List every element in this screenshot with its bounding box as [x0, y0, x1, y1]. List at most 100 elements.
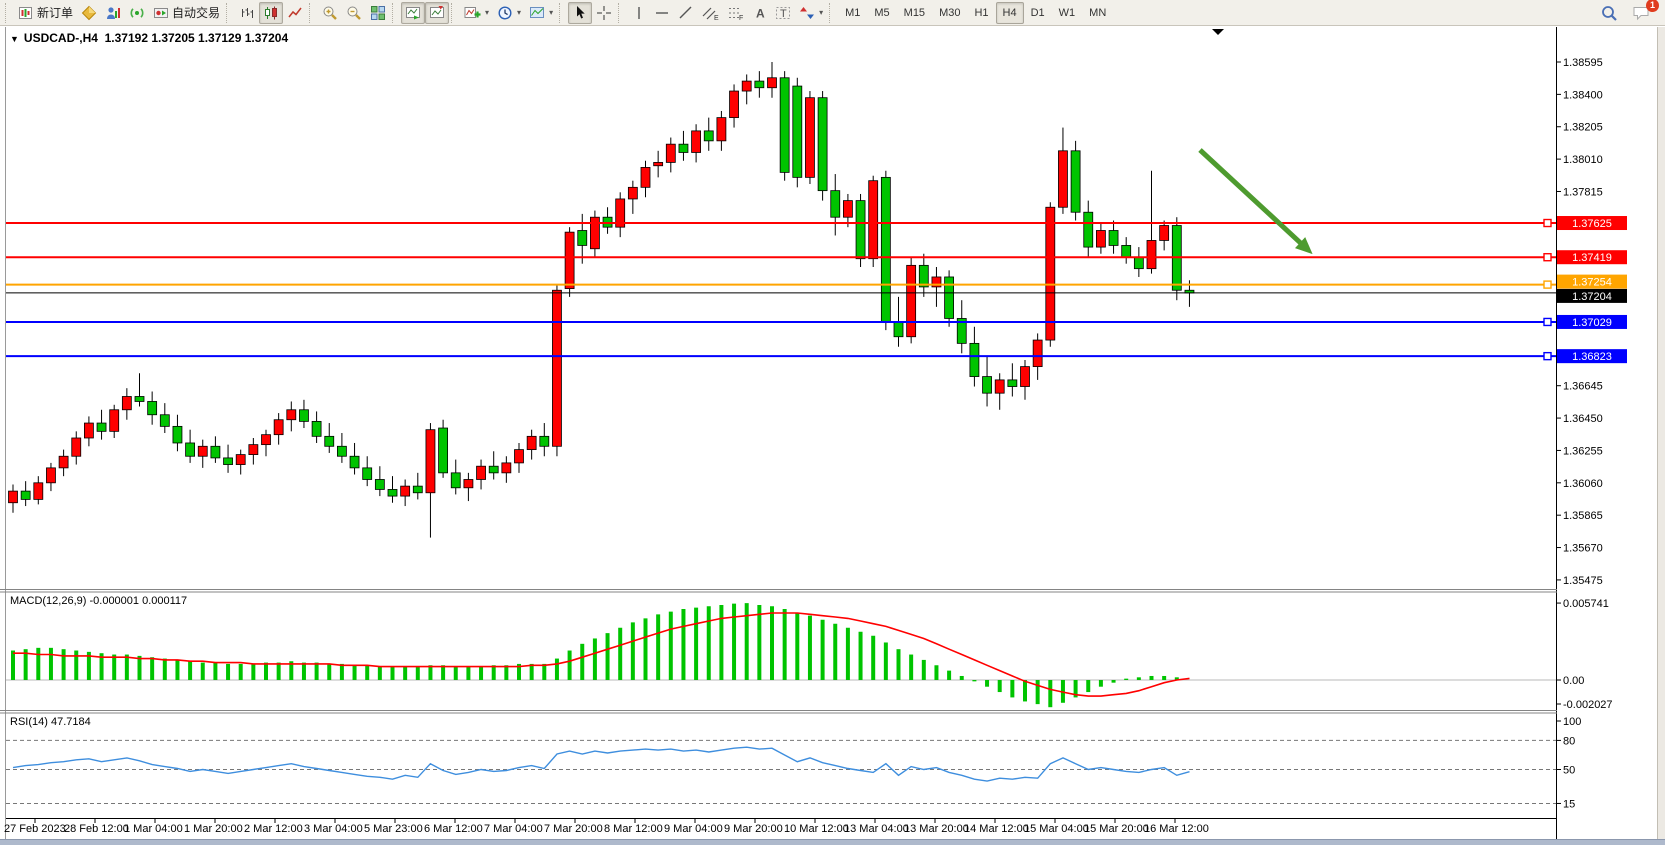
- candle: [274, 420, 283, 435]
- candle: [97, 423, 106, 431]
- svg-text:-0.002027: -0.002027: [1563, 699, 1613, 711]
- price-chart: 1.385951.384001.382051.380101.378151.366…: [0, 0, 1665, 845]
- line-handle[interactable]: [1544, 353, 1551, 360]
- candle: [363, 468, 372, 480]
- svg-text:6 Mar 12:00: 6 Mar 12:00: [424, 823, 483, 835]
- svg-text:1.37815: 1.37815: [1563, 186, 1603, 198]
- svg-text:1.35670: 1.35670: [1563, 543, 1603, 555]
- candle: [299, 410, 308, 422]
- svg-text:9 Mar 04:00: 9 Mar 04:00: [664, 823, 723, 835]
- candle: [1058, 151, 1067, 207]
- svg-text:1.38595: 1.38595: [1563, 57, 1603, 69]
- candle: [502, 463, 511, 473]
- candle: [173, 426, 182, 443]
- svg-text:80: 80: [1563, 735, 1575, 747]
- candle: [628, 187, 637, 199]
- chart-background: [0, 27, 1665, 845]
- candle: [312, 421, 321, 436]
- macd-value: -0.000001: [89, 595, 139, 607]
- candle: [907, 265, 916, 336]
- candle: [337, 446, 346, 456]
- chart-title: ▼USDCAD-,H4 1.37192 1.37205 1.37129 1.37…: [10, 31, 288, 45]
- candle: [641, 167, 650, 187]
- candle: [755, 81, 764, 88]
- svg-text:1.37204: 1.37204: [1572, 291, 1612, 303]
- candle: [590, 217, 599, 249]
- svg-text:27 Feb 2023: 27 Feb 2023: [4, 823, 66, 835]
- candle: [704, 131, 713, 141]
- candle: [401, 486, 410, 496]
- candle: [869, 181, 878, 259]
- candle: [135, 396, 144, 401]
- candle: [730, 91, 739, 118]
- candle: [1008, 380, 1017, 387]
- svg-text:3 Mar 04:00: 3 Mar 04:00: [304, 823, 363, 835]
- line-handle[interactable]: [1544, 220, 1551, 227]
- candle: [1033, 340, 1042, 367]
- candle: [122, 396, 131, 409]
- candle: [186, 443, 195, 456]
- candle: [565, 232, 574, 288]
- svg-text:1.38205: 1.38205: [1563, 122, 1603, 134]
- svg-text:13 Mar 20:00: 13 Mar 20:00: [904, 823, 969, 835]
- candle: [1084, 212, 1093, 247]
- svg-text:1.37625: 1.37625: [1572, 218, 1612, 230]
- candle: [818, 98, 827, 191]
- svg-text:1.36823: 1.36823: [1572, 351, 1612, 363]
- candle: [249, 445, 258, 455]
- candle: [84, 423, 93, 438]
- candle: [717, 118, 726, 141]
- candle: [515, 450, 524, 463]
- candle: [856, 201, 865, 259]
- candle: [34, 483, 43, 500]
- candle: [1122, 245, 1131, 257]
- candle: [375, 479, 384, 489]
- candle: [464, 479, 473, 487]
- candle: [477, 466, 486, 479]
- candle: [148, 401, 157, 414]
- svg-text:7 Mar 20:00: 7 Mar 20:00: [544, 823, 603, 835]
- svg-text:1 Mar 20:00: 1 Mar 20:00: [184, 823, 243, 835]
- candle: [110, 410, 119, 432]
- svg-text:1.35865: 1.35865: [1563, 510, 1603, 522]
- macd-signal-value: 0.000117: [142, 595, 187, 607]
- mt4-terminal: 新订单 自动交易: [0, 0, 1665, 845]
- line-handle[interactable]: [1544, 254, 1551, 261]
- candle: [831, 191, 840, 218]
- svg-text:15 Mar 20:00: 15 Mar 20:00: [1084, 823, 1149, 835]
- candle: [1046, 207, 1055, 340]
- line-handle[interactable]: [1544, 318, 1551, 325]
- candle: [970, 343, 979, 376]
- candle: [654, 162, 663, 165]
- candle: [1160, 226, 1169, 241]
- candle: [1147, 240, 1156, 268]
- svg-text:1.38400: 1.38400: [1563, 89, 1603, 101]
- candle: [1071, 151, 1080, 212]
- svg-text:15 Mar 04:00: 15 Mar 04:00: [1024, 823, 1089, 835]
- candle: [224, 458, 233, 465]
- candle: [413, 486, 422, 493]
- svg-text:50: 50: [1563, 765, 1575, 777]
- line-handle[interactable]: [1544, 281, 1551, 288]
- svg-text:9 Mar 20:00: 9 Mar 20:00: [724, 823, 783, 835]
- candle: [894, 322, 903, 337]
- candle: [578, 230, 587, 245]
- candle: [742, 81, 751, 91]
- candle: [540, 436, 549, 446]
- taskbar-edge: [0, 839, 1665, 845]
- collapse-icon[interactable]: ▼: [10, 34, 19, 44]
- svg-text:1 Mar 04:00: 1 Mar 04:00: [124, 823, 183, 835]
- candle: [780, 78, 789, 173]
- svg-text:1.36060: 1.36060: [1563, 478, 1603, 490]
- svg-text:1.38010: 1.38010: [1563, 154, 1603, 166]
- svg-text:100: 100: [1563, 716, 1581, 728]
- candle: [262, 435, 271, 445]
- svg-text:2 Mar 12:00: 2 Mar 12:00: [244, 823, 303, 835]
- candle: [679, 144, 688, 152]
- candle: [995, 380, 1004, 393]
- chart-symbol-period: USDCAD-,H4: [24, 31, 98, 45]
- macd-indicator-label: MACD(12,26,9) -0.000001 0.000117: [10, 595, 187, 607]
- candle: [325, 436, 334, 446]
- svg-text:0.005741: 0.005741: [1563, 598, 1609, 610]
- candle: [881, 177, 890, 321]
